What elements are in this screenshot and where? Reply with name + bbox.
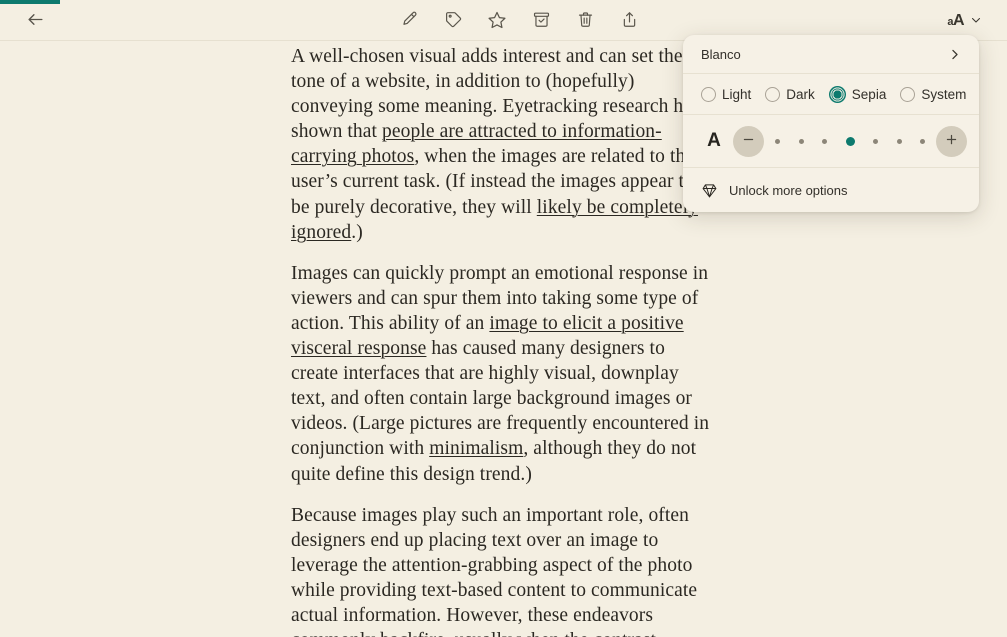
theme-option-dark[interactable]: Dark <box>758 86 822 102</box>
article-paragraph: A well-chosen visual adds interest and c… <box>291 44 713 245</box>
share-button[interactable] <box>616 8 642 34</box>
appearance-popover: Blanco Light Dark Sepia System A Unlock … <box>683 35 979 212</box>
archive-icon <box>532 10 551 32</box>
theme-option-label: System <box>921 86 967 102</box>
radio-unselected-icon <box>900 86 916 102</box>
theme-option-label: Sepia <box>851 86 887 102</box>
article-paragraph: Because images play such an important ro… <box>291 503 713 637</box>
theme-option-sepia[interactable]: Sepia <box>822 85 894 103</box>
font-family-name: Blanco <box>701 46 741 62</box>
share-icon <box>620 10 639 32</box>
star-icon <box>487 10 507 33</box>
highlighter-button[interactable] <box>396 8 422 34</box>
theme-selector-row: Light Dark Sepia System <box>683 74 979 115</box>
unlock-more-options-button[interactable]: Unlock more options <box>683 168 979 212</box>
font-size-step-3[interactable] <box>822 138 827 144</box>
theme-option-label: Light <box>722 86 752 102</box>
appearance-big-a: A <box>952 12 965 29</box>
article-paragraph: Images can quickly prompt an emotional r… <box>291 261 713 487</box>
back-button[interactable] <box>22 8 48 34</box>
font-size-row: A <box>683 115 979 168</box>
toolbar-actions <box>396 8 642 34</box>
radio-unselected-icon <box>701 86 716 102</box>
font-size-step-1[interactable] <box>775 138 780 144</box>
font-size-glyph: A <box>707 130 721 151</box>
theme-option-system[interactable]: System <box>893 86 973 102</box>
minus-icon <box>741 132 756 150</box>
font-size-steps <box>764 136 936 146</box>
font-family-row[interactable]: Blanco <box>683 35 979 74</box>
text-size-icon: aA <box>947 13 964 29</box>
font-size-step-4[interactable] <box>845 136 855 146</box>
font-size-step-6[interactable] <box>896 138 902 144</box>
unlock-more-options-label: Unlock more options <box>729 182 848 198</box>
article-text: Because images play such an important ro… <box>291 504 698 637</box>
reading-progress-bar <box>0 0 1007 4</box>
gem-icon <box>701 182 718 199</box>
font-size-step-5[interactable] <box>873 138 878 144</box>
highlighter-icon <box>400 10 419 32</box>
radio-selected-icon <box>828 85 846 103</box>
trash-icon <box>576 10 595 32</box>
radio-unselected-icon <box>765 86 781 102</box>
article-link[interactable]: minimalism <box>429 438 523 459</box>
increase-font-size-button[interactable] <box>936 125 967 157</box>
chevron-right-icon <box>947 47 962 62</box>
arrow-left-icon <box>26 10 45 32</box>
favorite-button[interactable] <box>484 8 510 34</box>
delete-button[interactable] <box>572 8 598 34</box>
theme-option-label: Dark <box>786 86 815 102</box>
tag-button[interactable] <box>440 8 466 34</box>
font-size-step-2[interactable] <box>798 138 804 144</box>
plus-icon <box>944 132 959 150</box>
theme-option-light[interactable]: Light <box>694 86 758 102</box>
tag-icon <box>444 10 463 32</box>
archive-button[interactable] <box>528 8 554 34</box>
appearance-button[interactable]: aA <box>947 8 983 34</box>
font-size-step-7[interactable] <box>920 138 925 144</box>
decrease-font-size-button[interactable] <box>733 125 764 157</box>
article-content: A well-chosen visual adds interest and c… <box>291 41 713 637</box>
chevron-down-icon <box>969 13 983 30</box>
reading-progress-fill <box>0 0 61 4</box>
article-text: .) <box>351 221 363 243</box>
